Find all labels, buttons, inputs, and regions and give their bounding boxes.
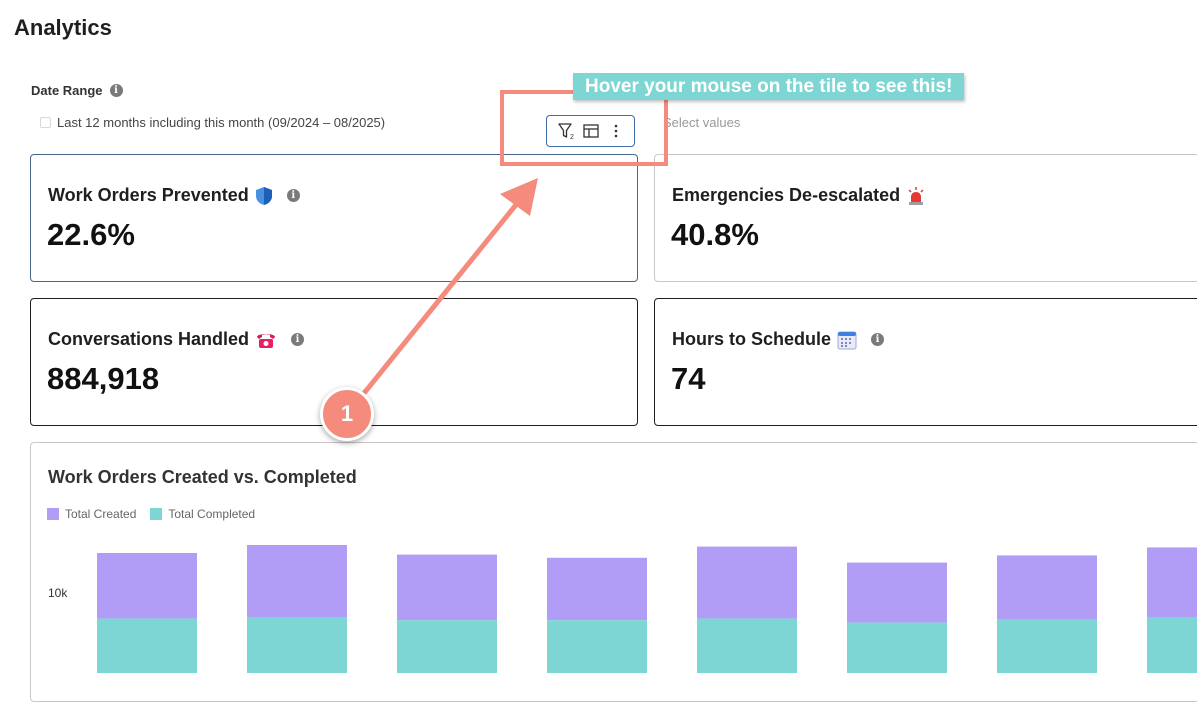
bar-total-created[interactable] xyxy=(97,553,197,619)
annotation-tooltip: Hover your mouse on the tile to see this… xyxy=(573,73,965,100)
bar-total-created[interactable] xyxy=(397,554,497,621)
tile-title-text: Emergencies De-escalated xyxy=(672,185,901,205)
info-icon[interactable]: i xyxy=(109,84,123,97)
tile-title: Work Orders Prevented i xyxy=(48,185,300,206)
filter-icon: 2 xyxy=(557,123,574,141)
tile-title: Conversations Handled i xyxy=(48,329,305,350)
shield-icon xyxy=(255,186,273,206)
tile-title: Emergencies De-escalated xyxy=(672,185,926,206)
more-options-button[interactable] xyxy=(605,120,627,142)
bar-total-completed[interactable] xyxy=(97,618,197,673)
tile-title: Hours to Schedule i xyxy=(672,329,885,350)
date-range-label: Date Range i xyxy=(31,83,123,98)
more-vertical-icon xyxy=(614,124,617,138)
table-view-button[interactable] xyxy=(580,120,602,142)
bar-total-created[interactable] xyxy=(547,557,647,621)
bar-total-completed[interactable] xyxy=(847,622,947,673)
tile-work-orders-prevented[interactable]: Work Orders Prevented i 22.6% xyxy=(30,154,638,282)
bar-total-created[interactable] xyxy=(697,546,797,619)
siren-icon xyxy=(906,186,926,206)
select-values-placeholder[interactable]: Select values xyxy=(663,115,740,130)
telephone-icon xyxy=(255,331,277,349)
filter-count: 2 xyxy=(570,134,574,141)
bar-total-created[interactable] xyxy=(847,562,947,623)
step-badge: 1 xyxy=(320,387,374,441)
bar-total-created[interactable] xyxy=(997,555,1097,620)
bar-total-completed[interactable] xyxy=(1147,617,1197,673)
tile-value: 884,918 xyxy=(47,361,160,396)
filter-button[interactable]: 2 xyxy=(555,120,577,142)
date-range-value: Last 12 months including this month (09/… xyxy=(57,115,386,130)
tile-title-text: Work Orders Prevented xyxy=(48,185,249,205)
chart-card[interactable]: Work Orders Created vs. Completed Total … xyxy=(30,442,1197,702)
table-icon xyxy=(582,124,599,138)
bar-total-completed[interactable] xyxy=(997,619,1097,673)
bar-total-completed[interactable] xyxy=(247,617,347,673)
info-icon[interactable]: i xyxy=(291,333,305,346)
date-range-filter[interactable]: Last 12 months including this month (09/… xyxy=(40,115,385,130)
chart-plot: 10k xyxy=(48,545,1197,673)
tile-value: 40.8% xyxy=(671,217,759,252)
date-range-label-text: Date Range xyxy=(31,83,103,98)
tile-title-text: Conversations Handled xyxy=(48,329,250,349)
tile-title-text: Hours to Schedule xyxy=(672,329,832,349)
page-title: Analytics xyxy=(14,15,112,40)
tile-value: 22.6% xyxy=(47,217,135,252)
bar-total-created[interactable] xyxy=(247,545,347,617)
bar-total-completed[interactable] xyxy=(397,620,497,673)
bar-total-completed[interactable] xyxy=(547,620,647,673)
bar-total-completed[interactable] xyxy=(697,618,797,673)
tile-hours-to-schedule[interactable]: Hours to Schedule i 74 xyxy=(654,298,1197,426)
tile-emergencies-de-escalated[interactable]: Emergencies De-escalated 40.8% xyxy=(654,154,1197,282)
calendar-icon xyxy=(40,117,51,128)
tile-value: 74 xyxy=(671,361,706,396)
info-icon[interactable]: i xyxy=(286,189,300,202)
calendar-icon xyxy=(837,330,857,350)
bar-total-created[interactable] xyxy=(1147,547,1197,617)
tile-toolbar: 2 xyxy=(546,115,635,147)
y-tick-label: 10k xyxy=(48,586,68,600)
info-icon[interactable]: i xyxy=(871,333,885,346)
